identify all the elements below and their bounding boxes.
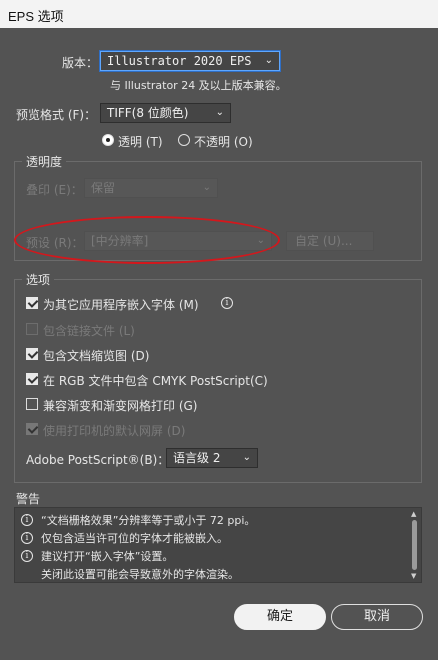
preview-format-label: 预览格式 (F)： [16, 108, 97, 122]
embed-fonts-label[interactable]: 为其它应用程序嵌入字体 (M) [43, 296, 199, 313]
cancel-button[interactable]: 取消 [331, 604, 423, 630]
include-linked-files-checkbox[interactable] [26, 323, 38, 335]
custom-button[interactable]: 自定 (U)... [286, 231, 374, 251]
warning-line: 建议打开“嵌入字体”设置。 [41, 550, 174, 563]
scroll-up-icon[interactable]: ▲ [411, 510, 416, 518]
preview-format-value: TIFF(8 位颜色) [107, 106, 189, 120]
version-note: 与 Illustrator 24 及以上版本兼容。 [110, 79, 287, 92]
printer-default-screen-checkbox[interactable] [26, 423, 38, 435]
info-icon[interactable]: i [221, 297, 233, 309]
version-dropdown[interactable]: Illustrator 2020 EPS ⌄ [100, 51, 280, 71]
transparency-group-title: 透明度 [22, 153, 67, 170]
postscript-level-value: 语言级 2 [173, 451, 221, 465]
printer-default-screen-label[interactable]: 使用打印机的默认网屏 (D) [43, 422, 185, 439]
chevron-down-icon: ⌄ [264, 55, 273, 66]
include-thumbnail-checkbox[interactable] [26, 348, 38, 360]
postscript-level-dropdown[interactable]: 语言级 2 ⌄ [166, 448, 258, 468]
warnings-scrollbar[interactable]: ▲ ▼ [411, 510, 419, 580]
compatible-gradient-label[interactable]: 兼容渐变和渐变网格打印 (G) [43, 397, 197, 414]
transparent-label[interactable]: 透明 (T) [118, 133, 163, 150]
postscript-level-label: Adobe PostScript®(B)： [26, 453, 170, 467]
embed-fonts-checkbox[interactable] [26, 297, 38, 309]
title-bar [0, 0, 438, 28]
overprint-dropdown[interactable]: 保留 ⌄ [84, 178, 218, 198]
preview-format-dropdown[interactable]: TIFF(8 位颜色) ⌄ [100, 103, 231, 123]
info-icon: i [21, 550, 33, 562]
include-cmyk-postscript-checkbox[interactable] [26, 373, 38, 385]
transparent-radio[interactable] [102, 134, 114, 146]
compatible-gradient-checkbox[interactable] [26, 398, 38, 410]
options-group-title: 选项 [22, 271, 55, 288]
chevron-down-icon: ⌄ [202, 182, 211, 193]
overprint-label: 叠印 (E)： [26, 183, 83, 197]
opaque-label[interactable]: 不透明 (O) [194, 133, 253, 150]
include-cmyk-postscript-label[interactable]: 在 RGB 文件中包含 CMYK PostScript(C) [43, 372, 268, 389]
version-label: 版本： [62, 56, 99, 70]
include-linked-files-label[interactable]: 包含链接文件 (L) [43, 322, 135, 339]
ok-button[interactable]: 确定 [234, 604, 326, 630]
warning-line: “文档栅格效果”分辨率等于或小于 72 ppi。 [41, 514, 256, 527]
scroll-down-icon[interactable]: ▼ [411, 572, 416, 580]
annotation-ellipse [14, 216, 280, 264]
include-thumbnail-label[interactable]: 包含文档缩览图 (D) [43, 347, 149, 364]
warnings-box: i “文档栅格效果”分辨率等于或小于 72 ppi。 i 仅包含适当许可位的字体… [14, 507, 422, 583]
info-icon: i [21, 532, 33, 544]
version-value: Illustrator 2020 EPS [107, 54, 252, 68]
warning-line: 关闭此设置可能会导致意外的字体渲染。 [41, 568, 239, 581]
scrollbar-thumb[interactable] [412, 520, 417, 570]
chevron-down-icon: ⌄ [215, 107, 224, 118]
overprint-value: 保留 [91, 181, 116, 195]
warnings-title: 警告 [16, 492, 41, 506]
warning-line: 仅包含适当许可位的字体才能被嵌入。 [41, 532, 228, 545]
info-icon: i [21, 514, 33, 526]
window-title: EPS 选项 [8, 9, 64, 24]
chevron-down-icon: ⌄ [242, 452, 251, 463]
opaque-radio[interactable] [178, 134, 190, 146]
custom-button-label: 自定 (U)... [295, 234, 353, 248]
